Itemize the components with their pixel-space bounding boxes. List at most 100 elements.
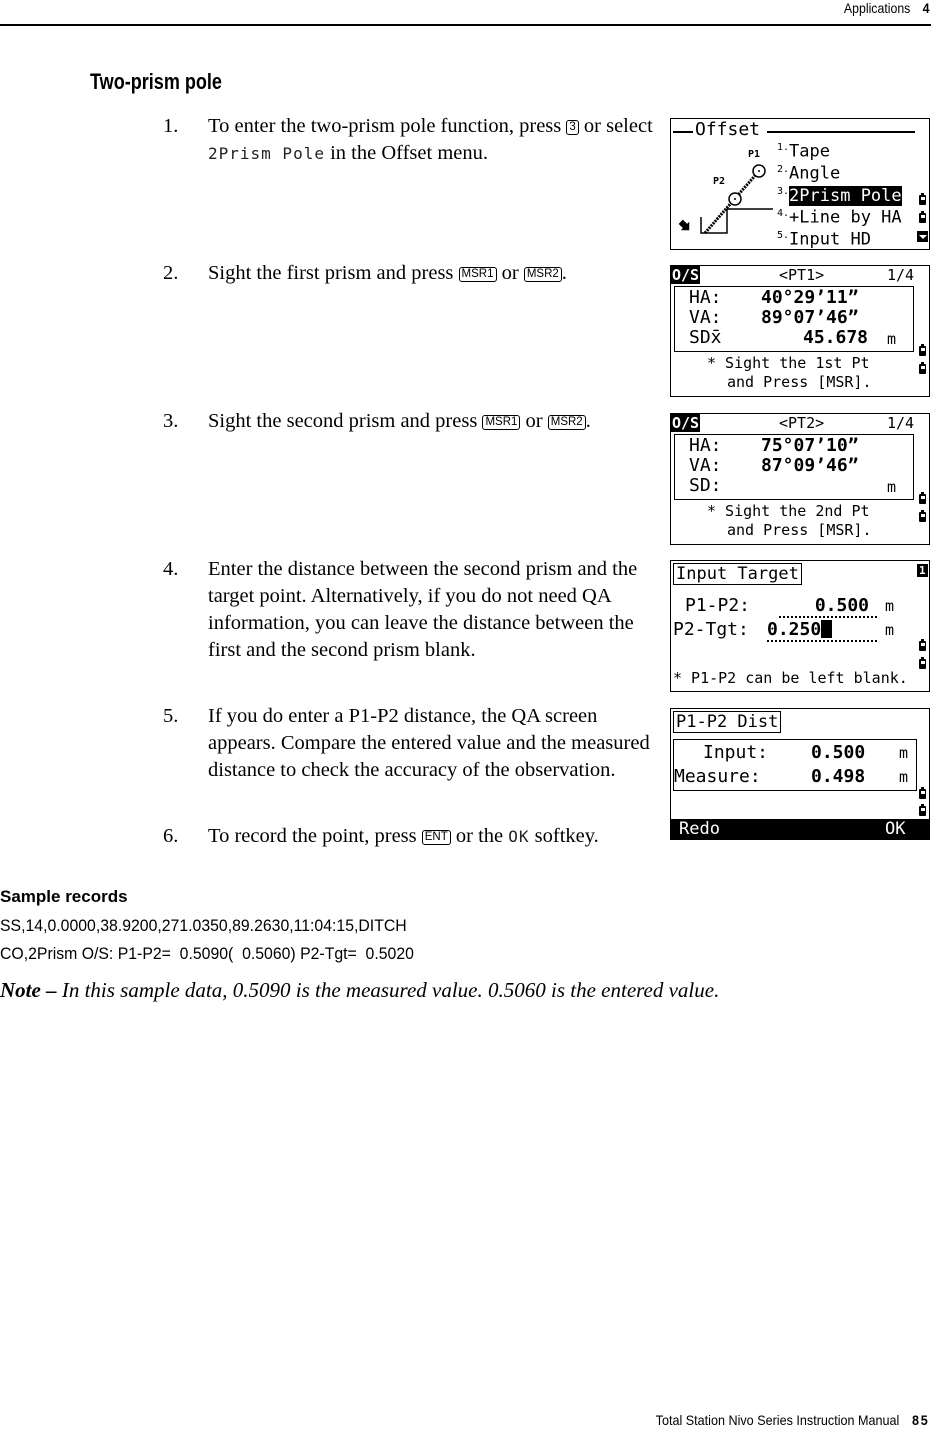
step-number: 2. (163, 262, 179, 284)
value-ha: 75°07’10” (761, 435, 859, 456)
label-va: VA: (689, 307, 722, 328)
page-footer: Total Station Nivo Series Instruction Ma… (655, 1412, 931, 1428)
header-chapter: 4 (922, 0, 930, 16)
text: Sight the second prism and press (208, 410, 483, 432)
text-cursor (821, 620, 833, 638)
softkey-redo[interactable]: Redo (679, 819, 720, 839)
value-ha: 40°29’11” (761, 287, 859, 308)
unit: m (899, 768, 909, 786)
softkey-ok[interactable]: OK (885, 819, 905, 839)
label-measure: Measure: (674, 766, 761, 787)
field-value: 0.250 (767, 619, 822, 640)
p1-p2-field[interactable]: 0.500 (779, 595, 877, 618)
label-ha: HA: (689, 435, 722, 456)
note-label: Note – (0, 978, 57, 1002)
text: or (520, 410, 548, 432)
mode-badge: O/S (671, 266, 701, 284)
screen-offset-menu: Offset P1 P2 1.Tape 2.Angle 3.2Prism Pol… (670, 118, 930, 250)
point-label: <PT1> (779, 266, 825, 284)
text: or select (578, 115, 653, 137)
manual-title: Total Station Nivo Series Instruction Ma… (655, 1412, 899, 1428)
item-number: 3. (777, 186, 790, 197)
key-ent: ENT (421, 830, 451, 845)
value-input: 0.500 (811, 742, 866, 763)
unit: m (887, 478, 897, 496)
text: . (561, 262, 567, 284)
running-header: Applications 4 (844, 0, 931, 18)
text: Sight the first prism and press (208, 262, 459, 284)
screen-title: Input Target (673, 563, 802, 585)
step-text: Enter the distance between the second pr… (208, 558, 638, 661)
battery-icon (919, 492, 926, 504)
label-sd: SD: (689, 475, 722, 496)
mode-badge: O/S (671, 414, 701, 432)
hint-message: * P1-P2 can be left blank. (673, 669, 908, 687)
unit: m (885, 597, 895, 615)
menu-item-input-hd[interactable]: 5.Input HD (777, 225, 871, 250)
lcd-term: 2Prism Pole (208, 144, 325, 163)
screen-p1-p2-dist: P1-P2 Dist Input: 0.500 m Measure: 0.498… (670, 708, 930, 840)
step-text: If you do enter a P1-P2 distance, the QA… (208, 705, 650, 781)
lcd-term: OK (508, 827, 530, 846)
screen-input-target: Input Target 1 P1-P2: 0.500 m P2-Tgt: 0.… (670, 560, 930, 692)
value-va: 87°09’46” (761, 455, 859, 476)
step-text: Sight the first prism and press MSR1 or … (208, 260, 653, 287)
unit: m (887, 330, 897, 348)
item-number: 1. (777, 142, 790, 153)
step-6: 6. To record the point, press ENT or the… (163, 823, 653, 850)
battery-icon (919, 510, 926, 522)
item-label: Input HD (789, 229, 871, 250)
step-number: 1. (163, 115, 179, 137)
battery-icon (919, 362, 926, 374)
scroll-down-icon[interactable] (917, 231, 928, 242)
value-measure: 0.498 (811, 766, 866, 787)
text: To record the point, press (208, 825, 422, 847)
text: To enter the two-prism pole function, pr… (208, 115, 567, 137)
input-mode-indicator: 1 (917, 564, 928, 577)
value-va: 89°07’46” (761, 307, 859, 328)
p2-tgt-field[interactable]: 0.250 (767, 619, 877, 642)
value-sd: 45.678 (803, 327, 869, 348)
step-2: 2. Sight the first prism and press MSR1 … (163, 260, 653, 287)
key-msr2: MSR2 (547, 415, 586, 430)
item-number: 2. (777, 164, 790, 175)
item-number: 4. (777, 208, 790, 219)
step-4: 4. Enter the distance between the second… (163, 556, 653, 664)
unit: m (885, 621, 895, 639)
step-number: 3. (163, 410, 179, 432)
note-text: In this sample data, 0.5090 is the measu… (56, 978, 720, 1002)
key-3: 3 (566, 120, 579, 135)
two-prism-pole-diagram-icon (678, 164, 773, 234)
label-p2-tgt: P2-Tgt: (673, 619, 749, 640)
step-3: 3. Sight the second prism and press MSR1… (163, 408, 653, 435)
sample-record-line: SS,14,0.0000,38.9200,271.0350,89.2630,11… (0, 916, 407, 935)
section-title: Two-prism pole (90, 69, 222, 94)
battery-icon (919, 211, 926, 223)
key-msr1: MSR1 (482, 415, 521, 430)
header-rule (0, 24, 931, 26)
header-section: Applications (843, 0, 911, 16)
key-msr2: MSR2 (523, 267, 562, 282)
battery-icon (919, 344, 926, 356)
step-text: Sight the second prism and press MSR1 or… (208, 408, 653, 435)
label-input: Input: (703, 742, 769, 763)
message-line-1: * Sight the 1st Pt (707, 354, 870, 372)
screen-pt1: O/S <PT1> 1/4 HA: 40°29’11” VA: 89°07’46… (670, 265, 930, 397)
message-line-2: and Press [MSR]. (727, 373, 872, 391)
label-sd: SDx̄ (689, 327, 722, 348)
title-rule (767, 131, 915, 133)
text: or (496, 262, 524, 284)
screen-title: P1-P2 Dist (673, 711, 782, 733)
sample-record-line: CO,2Prism O/S: P1-P2= 0.5090( 0.5060) P2… (0, 944, 414, 963)
label-p1-p2: P1-P2: (685, 595, 751, 616)
text: . (585, 410, 591, 432)
unit: m (899, 744, 909, 762)
step-5: 5. If you do enter a P1-P2 distance, the… (163, 703, 653, 784)
battery-icon (919, 787, 926, 799)
page-indicator: 1/4 (887, 414, 915, 432)
diagram-label-p2: P2 (713, 176, 726, 187)
softkey-bar: Redo OK (671, 819, 929, 839)
page-indicator: 1/4 (887, 266, 915, 284)
page-number: 85 (911, 1412, 930, 1428)
battery-icon (919, 193, 926, 205)
